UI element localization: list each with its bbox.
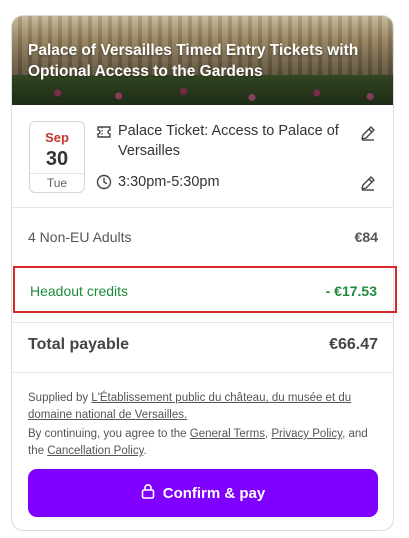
edit-time-icon[interactable] xyxy=(359,174,377,192)
date-badge: Sep 30 Tue xyxy=(29,121,85,193)
cancellation-policy-link[interactable]: Cancellation Policy xyxy=(47,445,143,457)
ticket-name: Palace Ticket: Access to Palace of Versa… xyxy=(118,123,339,159)
lock-icon xyxy=(141,483,155,503)
time-slot: 3:30pm-5:30pm xyxy=(118,174,220,190)
experience-title: Palace of Versailles Timed Entry Tickets… xyxy=(28,42,359,80)
ticket-icon xyxy=(96,124,112,140)
total-label: Total payable xyxy=(28,336,130,353)
guests-price: €84 xyxy=(354,229,378,245)
guests-label: 4 Non-EU Adults xyxy=(28,229,132,245)
date-day: 30 xyxy=(45,148,69,170)
terms-text: By continuing, you agree to the General … xyxy=(28,428,368,457)
divider xyxy=(11,322,394,323)
credits-label: Headout credits xyxy=(30,283,129,299)
divider xyxy=(11,372,394,373)
confirm-pay-button[interactable]: Confirm & pay xyxy=(28,469,378,517)
date-weekday: Tue xyxy=(30,173,84,192)
hero-banner: Palace of Versailles Timed Entry Tickets… xyxy=(12,16,393,105)
confirm-pay-label: Confirm & pay xyxy=(162,484,266,502)
privacy-policy-link[interactable]: Privacy Policy xyxy=(271,428,342,440)
credits-row: Headout credits - €17.53 xyxy=(13,266,397,313)
credits-value: - €17.53 xyxy=(325,283,377,299)
general-terms-link[interactable]: General Terms xyxy=(190,428,265,440)
edit-ticket-icon[interactable] xyxy=(359,124,377,142)
total-value: €66.47 xyxy=(329,336,378,353)
clock-icon xyxy=(96,174,112,190)
date-month: Sep xyxy=(45,130,69,145)
supplier-text: Supplied by L'Établissement public du ch… xyxy=(28,392,352,421)
